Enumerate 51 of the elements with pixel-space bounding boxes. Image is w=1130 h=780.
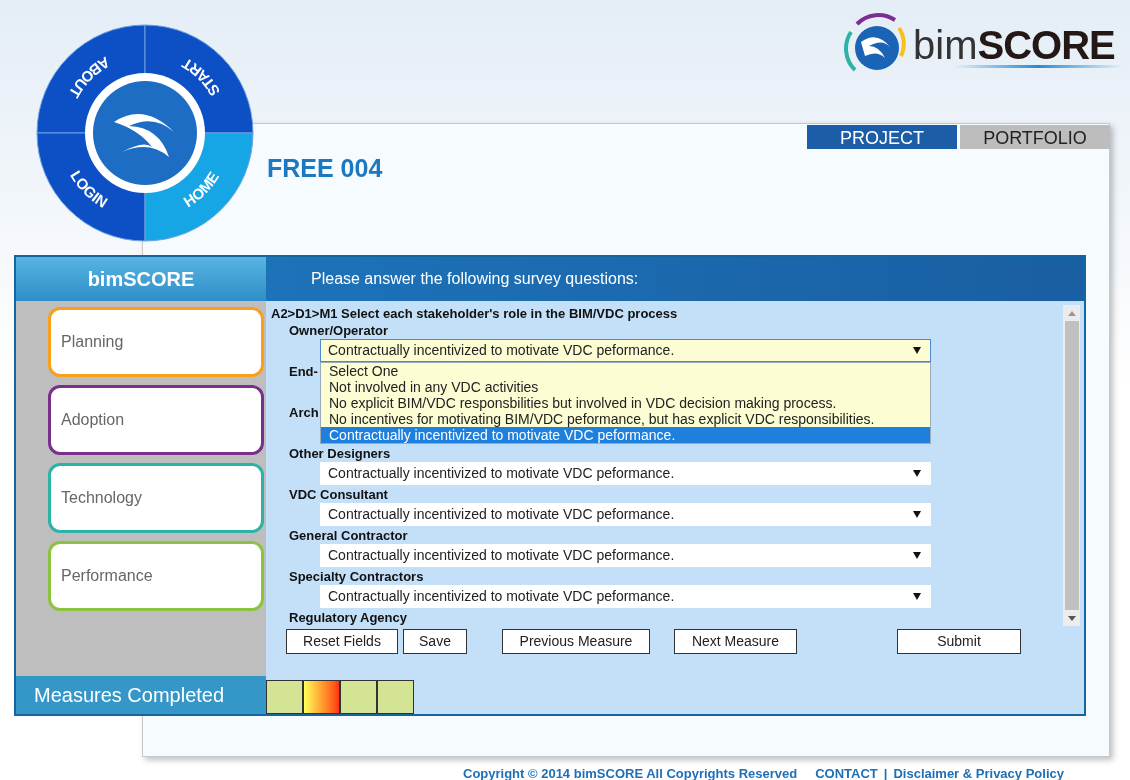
field-label: Regulatory Agency	[289, 609, 407, 626]
footer-link[interactable]: CONTACT	[815, 764, 878, 780]
instruction-text: Please answer the following survey questions:	[266, 257, 1084, 301]
field-label: Arch	[289, 404, 319, 421]
category-button[interactable]: Performance	[48, 541, 264, 611]
dropdown-option[interactable]: No incentives for motivating BIM/VDC peformance, but has explicit VDC responsibilities.	[321, 411, 930, 427]
measures-label: Measures Completed	[16, 676, 266, 714]
scroll-down-icon[interactable]	[1067, 615, 1076, 621]
copyright-text: Copyright © 2014 bimSCORE All Copyrights Reserved	[463, 765, 798, 780]
dropdown-arrow-icon	[913, 593, 921, 600]
field-label: End-	[289, 363, 318, 380]
nav-tab[interactable]: PROJECT	[807, 125, 957, 149]
dropdown-option[interactable]: Not involved in any VDC activities	[321, 379, 930, 395]
field-label: VDC Consultant	[289, 486, 388, 503]
measure-square	[340, 680, 377, 714]
measure-square	[303, 680, 340, 714]
action-button[interactable]: Next Measure	[674, 628, 797, 654]
measure-square	[377, 680, 414, 714]
project-title: FREE 004	[267, 153, 383, 184]
action-button[interactable]: Previous Measure	[502, 628, 650, 654]
dropdown-arrow-icon	[913, 470, 921, 477]
panel-title: bimSCORE	[16, 257, 266, 301]
dropdown-option[interactable]: Select One	[321, 363, 930, 379]
question-text: A2>D1>M1 Select each stakeholder's role in the BIM/VDC process	[271, 305, 679, 322]
field-label: General Contractor	[289, 527, 408, 544]
brand-bold-text: SCORE	[977, 24, 1115, 65]
field-label: Other Designers	[289, 445, 391, 462]
action-button[interactable]: Save	[403, 628, 467, 654]
footer-link[interactable]: Disclaimer & Privacy Policy	[893, 764, 1064, 780]
brand-light-text: bim	[913, 24, 978, 65]
action-button[interactable]: Reset Fields	[286, 628, 398, 654]
dropdown-option[interactable]: No explicit BIM/VDC responsbilities but involved in VDC decision making process.	[321, 395, 930, 411]
scroll-up-icon[interactable]	[1067, 310, 1076, 316]
dropdown-field[interactable]: Contractually incentivized to motivate VDC peformance.	[320, 585, 931, 608]
dropdown-arrow-icon	[913, 511, 921, 518]
category-button[interactable]: Planning	[48, 307, 264, 377]
dropdown-field[interactable]: Contractually incentivized to motivate VDC peformance.	[320, 462, 931, 485]
nav-tab[interactable]: PORTFOLIO	[960, 125, 1110, 149]
dropdown-arrow-icon	[913, 347, 921, 354]
measure-square	[266, 680, 303, 714]
dropdown-field[interactable]: Contractually incentivized to motivate VDC peformance.	[320, 339, 931, 362]
field-label: Owner/Operator	[289, 322, 388, 339]
dropdown-field[interactable]: Contractually incentivized to motivate VDC peformance.	[320, 503, 931, 526]
category-button[interactable]: Adoption	[48, 385, 264, 455]
dropdown-field[interactable]: Contractually incentivized to motivate VDC peformance.	[320, 544, 931, 567]
scrollbar[interactable]	[1063, 305, 1080, 626]
category-button[interactable]: Technology	[48, 463, 264, 533]
dropdown-option[interactable]: Contractually incentivized to motivate VDC peformance.	[321, 427, 930, 443]
action-button[interactable]: Submit	[897, 628, 1021, 654]
field-label: Specialty Contractors	[289, 568, 424, 585]
dropdown-arrow-icon	[913, 552, 921, 559]
